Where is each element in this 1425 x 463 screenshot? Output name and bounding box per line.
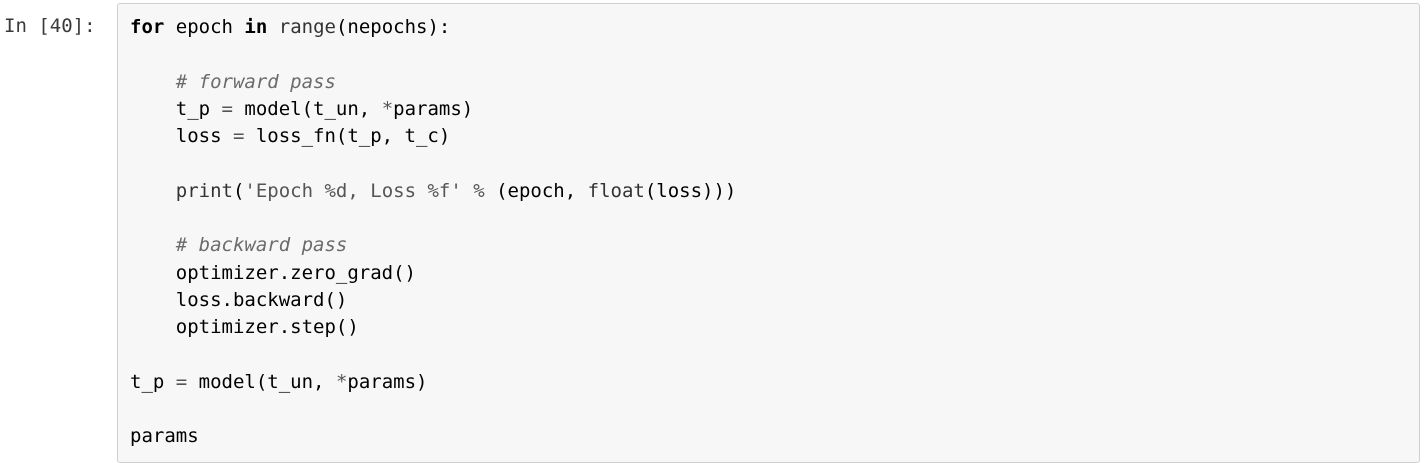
code-line: params bbox=[130, 423, 736, 450]
code-token: = bbox=[175, 370, 188, 393]
input-prompt: In [40]: bbox=[4, 15, 96, 37]
code-token: # backward pass bbox=[175, 234, 348, 257]
code-token: in bbox=[244, 16, 268, 38]
code-token: loss_fn(t_p, t_c) bbox=[244, 125, 451, 148]
code-line: loss.backward() bbox=[130, 287, 736, 314]
code-token: * bbox=[335, 370, 348, 393]
code-token: = bbox=[232, 125, 245, 148]
code-token: print bbox=[175, 179, 233, 202]
code-token: epoch bbox=[164, 16, 245, 38]
code-token: params) bbox=[393, 97, 474, 120]
code-token: model(t_un, bbox=[187, 370, 336, 393]
code-editor[interactable]: for epoch in range(nepochs): # forward p… bbox=[117, 3, 1420, 463]
code-line: print('Epoch %d, Loss %f' % (epoch, floa… bbox=[130, 178, 737, 205]
code-token: params) bbox=[347, 370, 428, 393]
code-token: * bbox=[381, 97, 394, 120]
code-token: float bbox=[587, 179, 645, 202]
code-line: optimizer.step() bbox=[130, 314, 736, 341]
code-token: ( bbox=[232, 179, 245, 202]
code-line: # backward pass bbox=[130, 232, 736, 259]
code-token: (nepochs): bbox=[335, 16, 451, 38]
code-token: % bbox=[473, 179, 485, 202]
code-token: range bbox=[278, 16, 336, 38]
code-token: optimizer.step() bbox=[130, 316, 359, 339]
code-line: t_p = model(t_un, *params) bbox=[130, 369, 736, 396]
code-token: 'Epoch %d, Loss %f' bbox=[244, 179, 462, 202]
code-token: # forward pass bbox=[175, 70, 336, 93]
code-line: loss = loss_fn(t_p, t_c) bbox=[130, 123, 736, 150]
code-token: loss.backward() bbox=[130, 288, 348, 311]
code-token: optimizer.zero_grad() bbox=[130, 261, 416, 284]
code-token: t_p bbox=[130, 97, 222, 120]
code-line: optimizer.zero_grad() bbox=[130, 260, 736, 287]
code-token: t_p bbox=[130, 370, 176, 393]
code-token: model(t_un, bbox=[232, 97, 382, 120]
code-token: for bbox=[130, 16, 165, 38]
notebook-code-cell: In [40]: for epoch in range(nepochs): # … bbox=[0, 0, 1425, 463]
code-token: (epoch, bbox=[484, 179, 588, 202]
code-token: loss bbox=[130, 125, 233, 148]
code-line: for epoch in range(nepochs): bbox=[130, 14, 736, 41]
code-token: (loss))) bbox=[644, 179, 737, 202]
code-line: # forward pass bbox=[130, 69, 736, 96]
code-text[interactable]: for epoch in range(nepochs): # forward p… bbox=[130, 14, 736, 451]
code-token: = bbox=[221, 97, 233, 120]
code-line: t_p = model(t_un, *params) bbox=[130, 96, 736, 123]
code-token: params bbox=[130, 425, 199, 448]
